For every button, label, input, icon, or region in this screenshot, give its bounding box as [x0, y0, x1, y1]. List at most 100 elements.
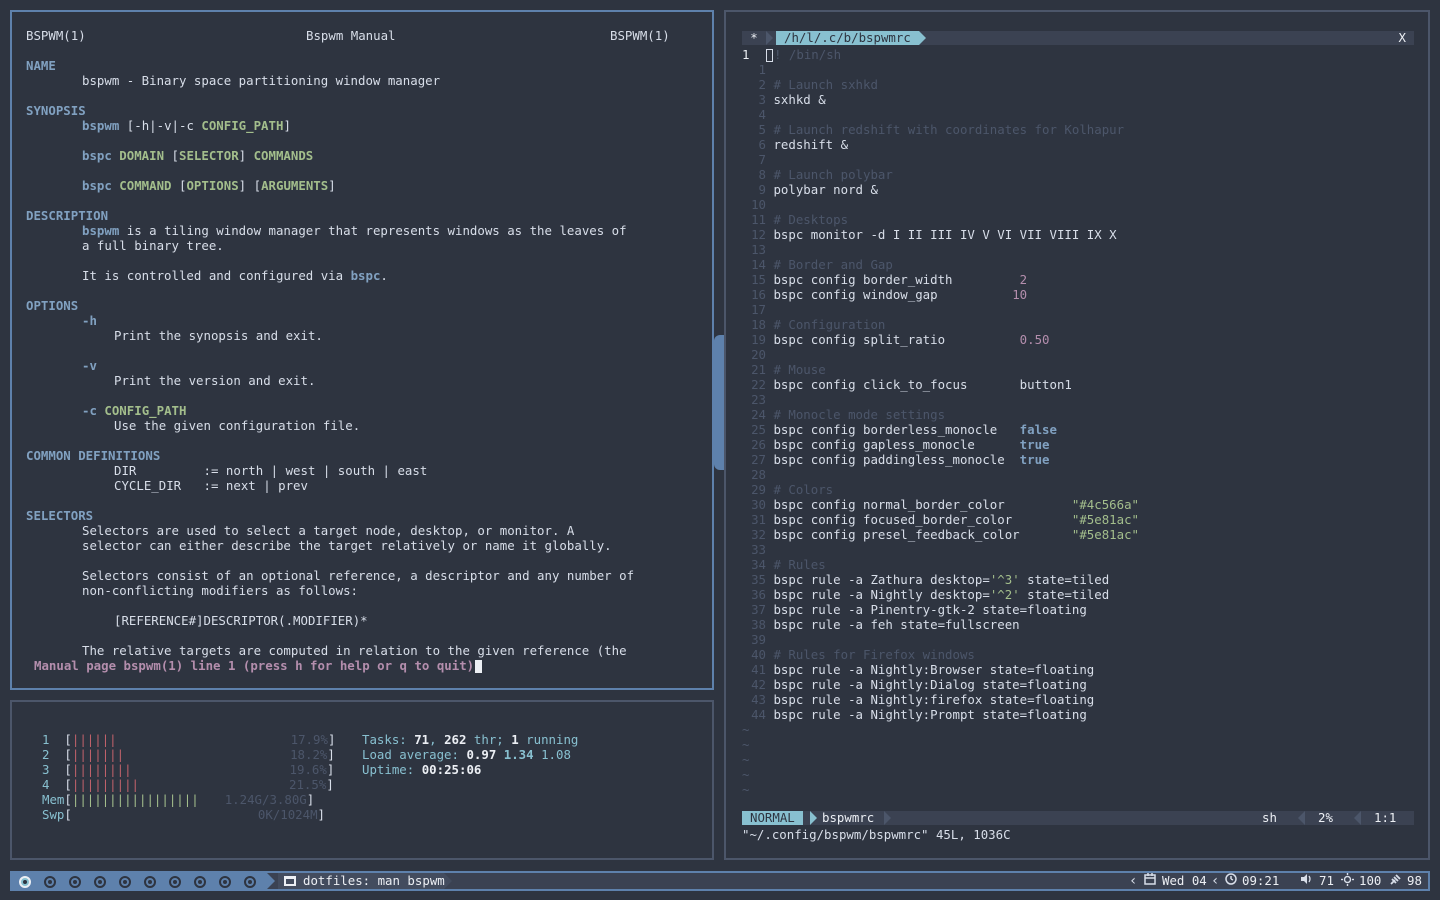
man-common-heading: COMMON DEFINITIONS: [26, 448, 161, 463]
vim-line: 30 bspc config normal_border_color "#4c5…: [751, 497, 1140, 512]
vim-line: 14 # Border and Gap: [751, 257, 893, 272]
vim-line: 9 polybar nord &: [758, 182, 878, 197]
vim-tilde-line: ~: [742, 782, 750, 797]
man-option-h-desc: Print the synopsis and exit.: [114, 328, 323, 343]
man-synopsis-heading: SYNOPSIS: [26, 103, 86, 118]
vim-cursor: [766, 49, 773, 62]
vim-tab-modified-indicator: *: [742, 31, 766, 45]
workspace-indicator[interactable]: [44, 876, 56, 888]
vim-line: 16 bspc config window_gap 10: [751, 287, 1028, 302]
vim-line: 25 bspc config borderless_monocle false: [751, 422, 1057, 437]
bar-date[interactable]: Wed 04: [1162, 873, 1207, 889]
vim-tilde-line: ~: [742, 737, 750, 752]
htop-uptime: Uptime: 00:25:06: [362, 762, 482, 777]
htop-terminal-window[interactable]: 1 [|||||| 17.9%] 2 [||||||| 18.2%] 3 [||||||…: [10, 700, 714, 860]
man-option-c-desc: Use the given configuration file.: [114, 418, 361, 433]
vim-line: 23: [751, 392, 766, 407]
vim-status-filename: bspwmrc: [822, 810, 875, 825]
man-header-left: BSPWM(1): [26, 28, 86, 43]
vim-tab-close-button[interactable]: X: [1399, 31, 1406, 45]
vim-line: 34 # Rules: [751, 557, 826, 572]
vim-tab-active[interactable]: /h/l/.c/b/bspwmrc: [776, 31, 926, 45]
bar-brightness[interactable]: 100: [1359, 873, 1381, 889]
vim-terminal-window[interactable]: * /h/l/.c/b/bspwmrc X 1! /bin/sh 1 2 # La…: [724, 10, 1430, 860]
htop-swap-meter: Swp[0K/1024M]: [42, 807, 326, 822]
vim-line: 35 bspc rule -a Zathura desktop='^3' sta…: [751, 572, 1110, 587]
workspace-dot: [198, 880, 202, 884]
workspace-dot: [123, 880, 127, 884]
vim-line: 8 # Launch polybar: [758, 167, 893, 182]
vim-line: 37 bspc rule -a Pinentry-gtk-2 state=flo…: [751, 602, 1087, 617]
vim-line: 12 bspc monitor -d I II III IV V VI VII …: [751, 227, 1117, 242]
workspace-indicator[interactable]: [194, 876, 206, 888]
workspace-dot: [248, 880, 252, 884]
window-title-arrow: [444, 873, 452, 889]
workspace-indicator[interactable]: [144, 876, 156, 888]
vim-line: 40 # Rules for Firefox windows: [751, 647, 975, 662]
workspace-dot: [73, 880, 77, 884]
vim-mode-indicator: NORMAL: [742, 811, 803, 825]
vim-line: 39: [751, 632, 766, 647]
vim-line: 5 # Launch redshift with coordinates for…: [758, 122, 1125, 137]
vim-line: 21 # Mouse: [751, 362, 826, 377]
vim-tilde-line: ~: [742, 767, 750, 782]
bar-volume[interactable]: 71: [1319, 873, 1334, 889]
vim-status-separator: [810, 811, 817, 825]
workspace-indicator[interactable]: [169, 876, 181, 888]
man-option-v: -v: [82, 358, 97, 373]
man-selectors-line-6: The relative targets are computed in rel…: [82, 643, 627, 658]
vim-line: 17: [751, 302, 766, 317]
workspace-indicator[interactable]: [219, 876, 231, 888]
vim-line: 4: [758, 107, 766, 122]
man-terminal-window[interactable]: BSPWM(1) Bspwm Manual BSPWM(1) NAME bspw…: [10, 10, 714, 690]
workspace-dot: [148, 880, 152, 884]
bar-time[interactable]: 09:21: [1242, 873, 1279, 889]
workspace-dot: [173, 880, 177, 884]
workspace-indicator[interactable]: [94, 876, 106, 888]
man-selectors-line-2: selector can either describe the target …: [82, 538, 612, 553]
man-description-line-3: It is controlled and configured via bspc…: [82, 268, 388, 283]
vim-line: 3 sxhkd &: [758, 92, 826, 107]
vim-line: 22 bspc config click_to_focus button1: [751, 377, 1072, 392]
bar-battery: 98: [1407, 873, 1422, 888]
volume-icon[interactable]: [1300, 873, 1313, 889]
vim-command-line[interactable]: "~/.config/bspwm/bspwmrc" 45L, 1036C: [742, 827, 1011, 842]
htop-cpu-meter: 3 [|||||||| 19.6%]: [42, 762, 335, 777]
htop-load-average: Load average: 0.97 1.34 1.08: [362, 747, 571, 762]
man-selectors-heading: SELECTORS: [26, 508, 94, 523]
bar-separator-icon: ‹: [1211, 873, 1220, 889]
man-header-center: Bspwm Manual: [306, 28, 396, 43]
vim-line: 10: [751, 197, 766, 212]
man-option-h: -h: [82, 313, 97, 328]
brightness-icon[interactable]: [1341, 873, 1354, 890]
workspace-indicator[interactable]: [19, 876, 31, 888]
workspace-indicator[interactable]: [244, 876, 256, 888]
vim-line: 13: [751, 242, 766, 257]
vim-line: 1: [758, 62, 766, 77]
vim-line: 36 bspc rule -a Nightly desktop='^2' sta…: [751, 587, 1110, 602]
polybar: dotfiles: man bspwm ‹ Wed 04 ‹ 09:21 71 …: [10, 871, 1430, 891]
workspace-indicator[interactable]: [69, 876, 81, 888]
vim-status-filetype: sh: [1262, 810, 1277, 825]
htop-cpu-meter: 2 [||||||| 18.2%]: [42, 747, 335, 762]
man-description-line-1: bspwm is a tiling window manager that re…: [82, 223, 627, 238]
vim-line: 42 bspc rule -a Nightly:Dialog state=flo…: [751, 677, 1087, 692]
vim-line: 44 bspc rule -a Nightly:Prompt state=flo…: [751, 707, 1087, 722]
vim-line: 26 bspc config gapless_monocle true: [751, 437, 1050, 452]
man-name-heading: NAME: [26, 58, 56, 73]
man-pager-prompt[interactable]: Manual page bspwm(1) line 1 (press h for…: [34, 658, 483, 673]
vim-line: 28: [751, 467, 766, 482]
workspace-indicator[interactable]: [119, 876, 131, 888]
window-icon: [284, 876, 296, 886]
vim-tab-separator: [766, 31, 773, 45]
man-description-line-2: a full binary tree.: [82, 238, 224, 253]
vim-line: 29 # Colors: [751, 482, 834, 497]
vim-line: 24 # Monocle mode settings: [751, 407, 946, 422]
window-resize-handle[interactable]: [714, 335, 724, 470]
workspace-dot: [223, 880, 227, 884]
vim-line: 38 bspc rule -a feh state=fullscreen: [751, 617, 1020, 632]
htop-mem-meter: Mem[||||||||||||||||| 1.24G/3.80G]: [42, 792, 315, 807]
battery-charging-icon: [1389, 873, 1402, 890]
man-options-heading: OPTIONS: [26, 298, 79, 313]
man-description-heading: DESCRIPTION: [26, 208, 109, 223]
